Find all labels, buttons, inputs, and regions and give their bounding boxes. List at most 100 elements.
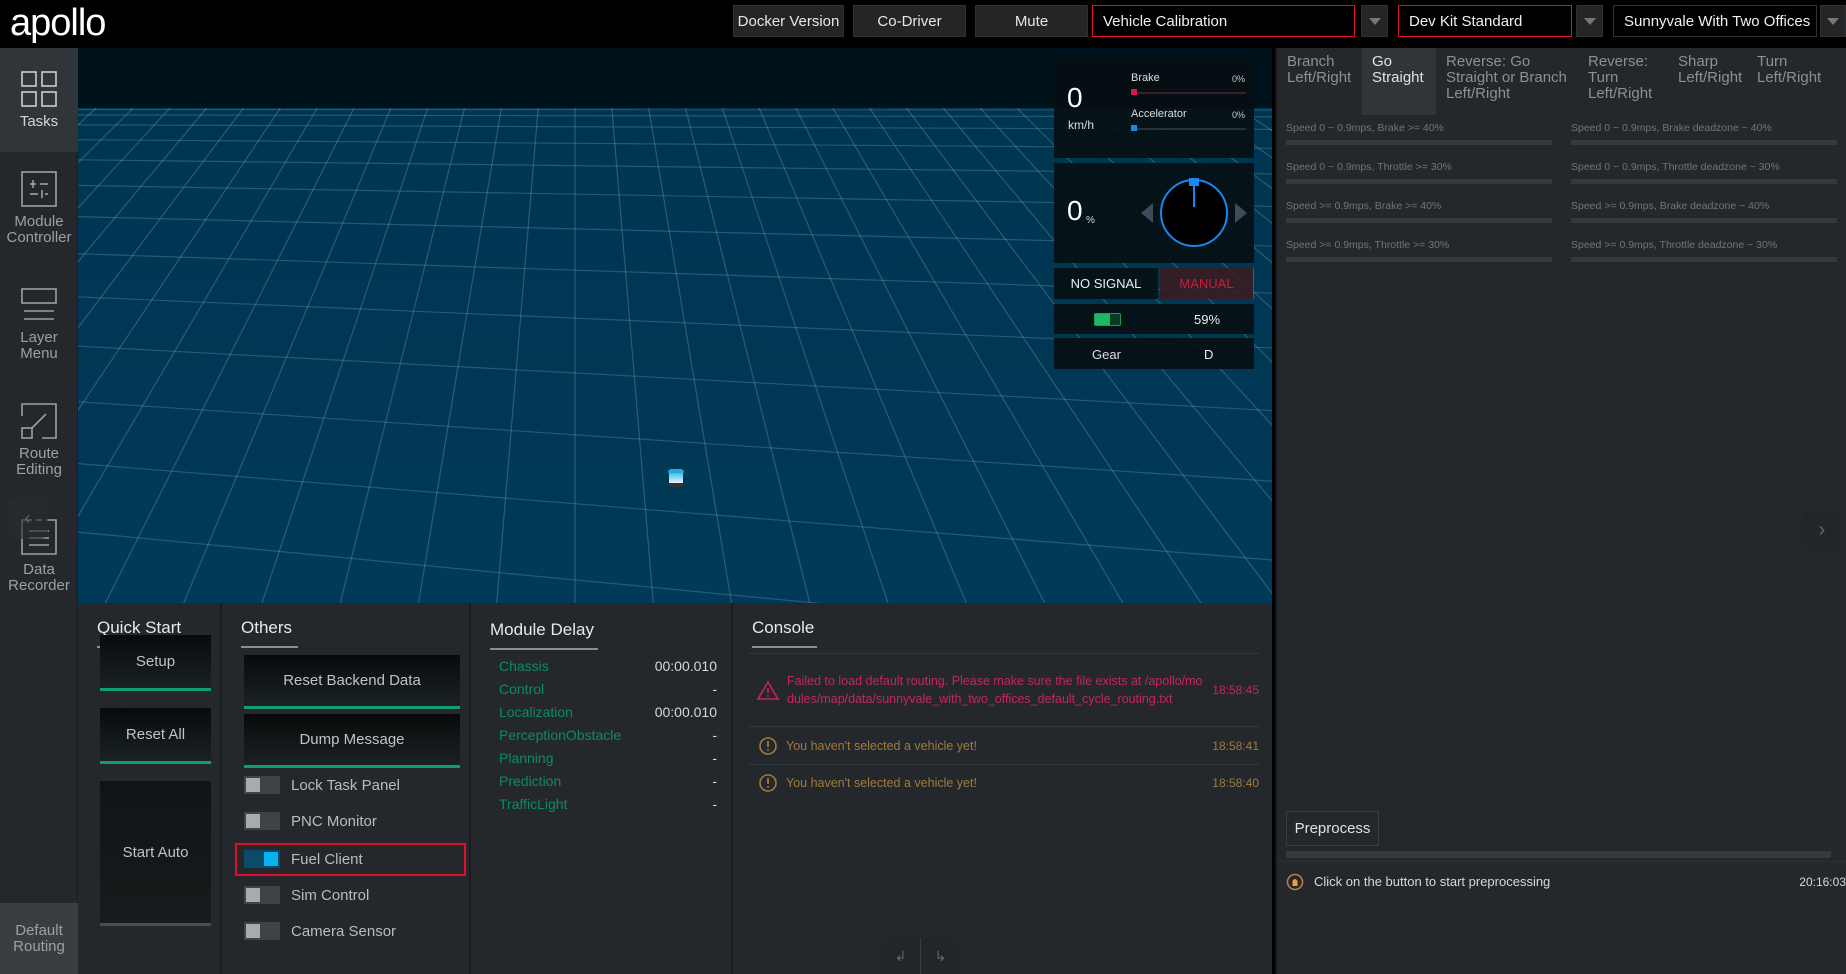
requirement-progress-bar [1571,218,1837,223]
ego-vehicle [668,469,684,489]
console-message: You haven't selected a vehicle yet! 18:5… [749,764,1259,801]
requirement-progress-bar [1286,179,1552,184]
module-name: TrafficLight [499,796,568,812]
console-panel: Console Failed to load default routing. … [733,603,1272,974]
setup-button[interactable]: Setup [100,635,211,691]
others-title: Others [241,618,298,648]
preprocess-log-time: 20:16:03 [1799,874,1846,889]
speed-panel: 0 km/h Brake 0% Accelerator 0% [1054,58,1254,158]
mode-select[interactable]: Vehicle Calibration [1092,5,1355,37]
reset-backend-data-button[interactable]: Reset Backend Data [244,655,460,709]
tab-turn-left-right[interactable]: Turn Left/Right [1747,48,1846,115]
delay-row: Localization 00:00.010 [499,704,717,727]
collapse-right-button[interactable]: › [1802,510,1842,550]
toggle-switch[interactable] [244,922,280,940]
sidebar-item-tasks[interactable]: Tasks [0,48,78,152]
default-routing-button[interactable]: Default Routing [0,903,78,974]
delay-row: PerceptionObstacle - [499,727,717,750]
tab-sharp-left-right[interactable]: Sharp Left/Right [1668,48,1747,115]
collapse-left-button[interactable]: ‹ [7,498,48,539]
brake-indicator [1131,89,1137,95]
module-delay-value: 00:00.010 [654,704,717,720]
alert-circle-icon [759,774,777,792]
route-icon [21,403,57,439]
requirement-progress-bar [1571,257,1837,262]
delay-row: TrafficLight - [499,796,717,819]
requirement-label: Speed 0 ~ 0.9mps, Brake >= 40% [1286,122,1444,134]
toggle-label: Fuel Client [291,850,363,868]
preprocess-log-message: Click on the button to start preprocessi… [1314,874,1551,889]
module-delay-value: 00:00.010 [654,658,717,674]
console-message-text: Failed to load default routing. Please m… [787,674,1203,706]
module-delay-value: - [712,796,717,812]
tab-reverse-go-straight[interactable]: Reverse: Go Straight or Branch Left/Righ… [1436,48,1578,115]
module-name: Prediction [499,773,562,789]
toggle-lock-task-panel[interactable]: Lock Task Panel [244,769,400,801]
sidebar-item-route-editing[interactable]: Route Editing [0,402,78,478]
top-bar: apollo Docker Version Co-Driver Mute Veh… [0,0,1846,48]
toggle-switch[interactable] [244,812,280,830]
map-dropdown-caret[interactable] [1820,5,1846,37]
chevron-right-icon: › [1818,518,1826,541]
redo-button[interactable]: ↳ [921,938,960,974]
tab-reverse-turn[interactable]: Reverse: Turn Left/Right [1578,48,1668,115]
map-select[interactable]: Sunnyvale With Two Offices [1613,5,1817,37]
toggle-sim-control[interactable]: Sim Control [244,879,369,911]
toggle-pnc-monitor[interactable]: PNC Monitor [244,805,377,837]
undo-button[interactable]: ↲ [881,938,921,974]
steering-unit: % [1086,215,1095,226]
toggle-label: Sim Control [291,886,370,904]
tab-go-straight[interactable]: Go Straight [1362,48,1436,115]
dump-message-button[interactable]: Dump Message [244,714,460,768]
console-message-text: You haven't selected a vehicle yet! [786,738,977,753]
start-auto-button[interactable]: Start Auto [100,781,211,926]
console-message: Failed to load default routing. Please m… [749,653,1259,726]
sidebar-label: Editing [16,461,62,478]
toggle-switch[interactable] [244,886,280,904]
requirement-label: Speed >= 0.9mps, Brake >= 40% [1286,200,1442,212]
tab-branch-left-right[interactable]: Branch Left/Right [1277,48,1362,115]
console-message-time: 18:58:45 [1212,683,1259,697]
module-delay-panel: Module Delay Chassis 00:00.010 Control - L… [471,603,733,974]
driving-mode-status: MANUAL [1160,268,1254,299]
gear-panel: Gear D [1054,338,1254,369]
vehicle-dropdown-caret[interactable] [1576,5,1603,37]
module-delay-value: - [712,681,717,697]
docker-version-button[interactable]: Docker Version [733,5,844,37]
toggle-label: PNC Monitor [291,812,377,830]
layers-icon [21,288,57,320]
module-delay-value: - [712,773,717,789]
undo-redo-controls: ↲ ↳ [881,938,960,974]
grid-icon [21,71,57,107]
sidebar-label: Menu [20,345,58,362]
toggle-camera-sensor[interactable]: Camera Sensor [244,915,396,947]
sidebar-label: Layer [20,329,58,346]
console-message: You haven't selected a vehicle yet! 18:5… [749,726,1259,764]
module-name: Control [499,681,545,697]
calibration-panel: Branch Left/Right Go Straight Reverse: G… [1275,48,1846,974]
vehicle-select[interactable]: Dev Kit Standard [1398,5,1572,37]
toggle-switch[interactable] [244,776,280,794]
delay-row: Prediction - [499,773,717,796]
reset-all-button[interactable]: Reset All [100,708,211,764]
accelerator-track [1131,128,1246,130]
requirement-progress-bar [1571,179,1837,184]
console-message-time: 18:58:40 [1212,776,1259,790]
toggle-switch[interactable] [244,850,280,868]
sidebar-item-module-controller[interactable]: Module Controller [0,170,78,246]
mute-button[interactable]: Mute [975,5,1088,37]
console-title: Console [752,618,817,648]
scene-view[interactable]: 0 km/h Brake 0% Accelerator 0% 0 % NO SI… [78,48,1272,603]
accelerator-label: Accelerator [1131,108,1187,120]
toggle-fuel-client[interactable]: Fuel Client [244,843,363,875]
requirement-label: Speed >= 0.9mps, Throttle deadzone ~ 30% [1571,239,1778,251]
speed-unit: km/h [1068,118,1095,132]
requirement-label: Speed >= 0.9mps, Brake deadzone ~ 40% [1571,200,1770,212]
co-driver-button[interactable]: Co-Driver [853,5,966,37]
gear-value: D [1204,347,1214,362]
preprocess-button[interactable]: Preprocess [1286,811,1379,846]
module-delay-value: - [712,750,717,766]
others-panel: Others Reset Backend Data Dump Message L… [222,603,471,974]
sidebar-item-layer-menu[interactable]: Layer Menu [0,286,78,362]
mode-dropdown-caret[interactable] [1361,5,1388,37]
